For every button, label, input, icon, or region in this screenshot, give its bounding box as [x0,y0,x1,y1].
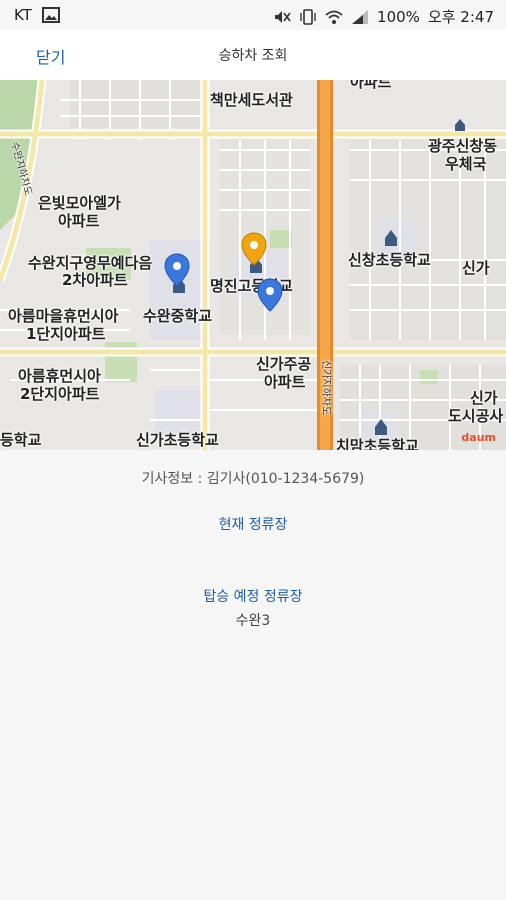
map-label-chimam-elem: 치맘초등학교 [336,437,419,451]
daum-logo: daum [461,431,496,444]
status-right: 100% 오후 2:47 [273,6,494,27]
map-label-post-office-2: 우체국 [445,155,487,173]
map-label-apt-areum1-1: 아름마을휴먼시아 [8,307,119,325]
vibrate-icon [300,8,316,25]
status-left: KT [14,6,60,24]
map-label-singa-right-1: 신가 [470,389,498,407]
map-label-apt-top: 아파트 [350,80,392,91]
map-label-library: 책만세도서관 [210,91,293,109]
blue-location-pin-icon-right[interactable] [257,278,283,312]
gallery-notification-icon [41,7,60,23]
battery-percent: 100% [377,7,420,26]
map-label-singa-elem: 신가초등학교 [136,431,219,449]
driver-info: 기사정보 : 김기사(010-1234-5679) [141,471,365,487]
map-label-apt-eunbit-2: 아파트 [58,212,100,230]
map-label-apt-areum2-2: 2단지아파트 [20,385,100,403]
map-label-dosi-gongsa: 도시공사 [448,407,504,425]
blue-location-pin-icon-left[interactable] [164,253,190,287]
header-bar: 닫기 승하차 조회 [0,30,506,80]
orange-location-pin-icon[interactable] [241,232,267,266]
map-label-suwan-middle: 수완중학교 [143,307,213,325]
map-label-singa-jugong-2: 아파트 [264,373,306,391]
clock-time: 오후 2:47 [427,8,494,26]
current-stop-label: 현재 정류장 [218,517,288,533]
map-label-apt-areum2-1: 아름휴먼시아 [18,367,101,385]
mute-icon [275,10,291,23]
status-bar: KT 100% 오후 2:47 [0,0,506,30]
signal-icon [352,9,369,24]
map-label-road-singa: 신가지하차도 [320,360,331,416]
carrier-name: KT [14,6,32,24]
map-label-apt-areum1-2: 1단지아파트 [26,325,106,343]
map-label-post-office-1: 광주신창동 [428,137,498,155]
map-label-singa-right-2: 신가 [462,259,490,277]
page-title: 승하차 조회 [218,48,288,64]
wifi-icon [325,10,343,24]
map-label-apt-eunbit-1: 은빛모아엘가 [38,194,121,212]
next-stop-label: 탑승 예정 정류장 [203,589,303,605]
map-label-apt-yeongmu-1: 수완지구영무예다음 [28,254,153,272]
info-panel: 기사정보 : 김기사(010-1234-5679) 현재 정류장 탑승 예정 정… [0,450,506,900]
map-label-apt-yeongmu-2: 2차아파트 [62,271,128,289]
next-stop-value: 수완3 [235,613,271,629]
map-label-singa-jugong-1: 신가주공 [256,355,312,373]
map-label-sinchang-elem: 신창초등학교 [348,251,431,269]
map-label-school-left: 등학교 [0,431,42,449]
map-view[interactable]: 책만세도서관 광주신창동 우체국 은빛모아엘가 아파트 수완지구영무예다음 2차… [0,80,506,450]
